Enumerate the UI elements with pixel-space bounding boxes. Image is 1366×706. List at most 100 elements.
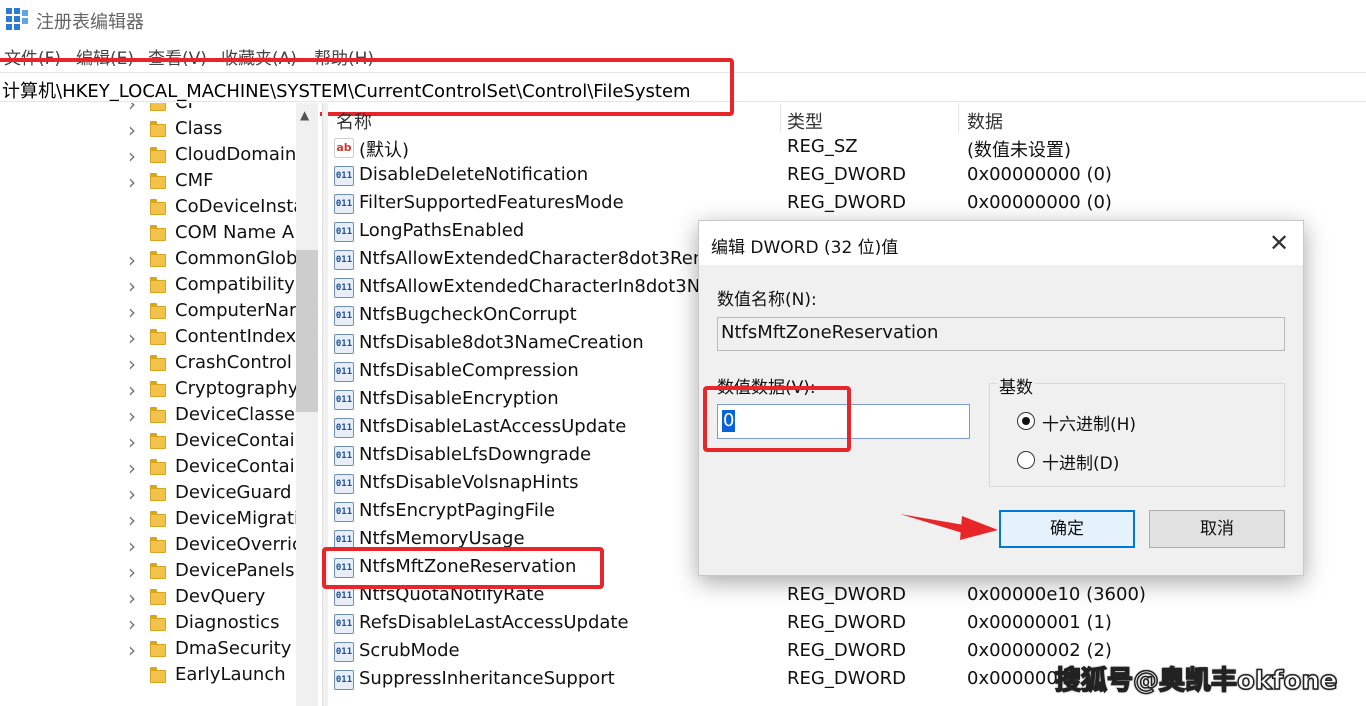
tree-item[interactable]: › DeviceOverric (0, 533, 302, 559)
tree-scrollbar-thumb[interactable] (296, 250, 318, 412)
chevron-right-icon[interactable]: › (128, 432, 142, 452)
value-type: REG_DWORD (787, 640, 907, 661)
column-separator[interactable] (958, 103, 959, 133)
column-separator[interactable] (780, 103, 781, 133)
chevron-right-icon[interactable]: › (128, 406, 142, 426)
tree-item[interactable]: › DeviceMigrati (0, 507, 300, 533)
menu-bar: 文件(F) 编辑(E) 查看(V) 收藏夹(A) 帮助(H) (0, 44, 1366, 70)
address-path[interactable]: 计算机\HKEY_LOCAL_MACHINE\SYSTEM\CurrentCon… (2, 77, 691, 103)
tree-item[interactable]: › CMF (0, 169, 300, 195)
value-type: REG_DWORD (787, 584, 907, 605)
key-tree[interactable]: › CI › Class › CloudDomain › CMF CoDeviceInsta CO… (0, 103, 320, 706)
tree-item[interactable]: › CI (0, 103, 300, 117)
radio-hexadecimal-label[interactable]: 十六进制(H) (1042, 410, 1136, 435)
chevron-right-icon[interactable]: › (128, 510, 142, 530)
chevron-right-icon[interactable]: › (128, 640, 142, 660)
binary-value-icon: 011 (334, 306, 354, 326)
value-data-text[interactable]: 0 (722, 410, 736, 432)
folder-icon (150, 147, 166, 163)
chevron-right-icon[interactable]: › (128, 484, 142, 504)
tree-item-label: DeviceGuard (175, 482, 292, 503)
chevron-right-icon[interactable]: › (128, 146, 142, 166)
chevron-right-icon[interactable]: › (128, 276, 142, 296)
value-row[interactable]: 011 NtfsQuotaNotifyRate REG_DWORD 0x00000e1… (328, 582, 1366, 610)
column-header-data[interactable]: 数据 (967, 108, 1003, 134)
menu-help[interactable]: 帮助(H) (314, 44, 374, 69)
folder-icon (150, 589, 166, 605)
tree-item[interactable]: CoDeviceInsta (0, 195, 304, 221)
tree-item[interactable]: › Diagnostics (0, 611, 300, 637)
chevron-right-icon[interactable]: › (128, 588, 142, 608)
chevron-right-icon[interactable]: › (128, 172, 142, 192)
value-name: DisableDeleteNotification (359, 164, 589, 185)
chevron-right-icon[interactable]: › (128, 328, 142, 348)
tree-item-label: DevQuery (175, 586, 266, 607)
chevron-right-icon[interactable]: › (128, 354, 142, 374)
close-icon[interactable]: ✕ (1265, 229, 1293, 257)
value-row[interactable]: 011 DisableDeleteNotification REG_DWORD 0x0… (328, 162, 1366, 190)
tree-item[interactable]: › CommonGlob (0, 247, 300, 273)
radio-decimal-label[interactable]: 十进制(D) (1042, 449, 1119, 474)
tree-item[interactable]: › DeviceContair (0, 455, 302, 481)
menu-view[interactable]: 查看(V) (148, 44, 207, 69)
dialog-title-bar: 编辑 DWORD (32 位)值 ✕ (699, 221, 1303, 265)
column-header-name[interactable]: 名称 (336, 108, 372, 134)
value-data: 0x00000002 (2) (967, 640, 1112, 661)
tree-item[interactable]: › DeviceContair (0, 429, 302, 455)
tree-item[interactable]: › DeviceClasses (0, 403, 304, 429)
chevron-right-icon[interactable]: › (128, 536, 142, 556)
value-row[interactable]: ab (默认) REG_SZ (数值未设置) (328, 134, 1366, 162)
value-data: 0x000000 (967, 668, 1058, 689)
tree-item-label: Cryptography (175, 378, 299, 399)
string-value-icon: ab (334, 138, 354, 158)
tree-item[interactable]: › ContentIndex (0, 325, 300, 351)
column-header-type[interactable]: 类型 (787, 108, 823, 134)
cancel-button[interactable]: 取消 (1149, 510, 1285, 548)
value-name: NtfsDisableEncryption (359, 388, 559, 409)
menu-edit[interactable]: 编辑(E) (76, 44, 134, 69)
tree-item[interactable]: › DmaSecurity (0, 637, 300, 663)
chevron-right-icon[interactable]: › (128, 103, 142, 114)
tree-item[interactable]: › Compatibility (0, 273, 300, 299)
chevron-right-icon[interactable]: › (128, 458, 142, 478)
chevron-right-icon[interactable]: › (128, 120, 142, 140)
tree-item[interactable]: › CloudDomain (0, 143, 300, 169)
tree-item-label: CommonGlob (175, 248, 298, 269)
binary-value-icon: 011 (334, 166, 354, 186)
menu-file[interactable]: 文件(F) (4, 44, 61, 69)
tree-item[interactable]: › DevQuery (0, 585, 300, 611)
value-name: ScrubMode (359, 640, 460, 661)
tree-item[interactable]: › ComputerNar (0, 299, 300, 325)
binary-value-icon: 011 (334, 390, 354, 410)
value-data: 0x00000e10 (3600) (967, 584, 1146, 605)
value-row[interactable]: 011 RefsDisableLastAccessUpdate REG_DWORD 0… (328, 610, 1366, 638)
chevron-right-icon[interactable]: › (128, 614, 142, 634)
radio-hexadecimal[interactable] (1017, 412, 1035, 430)
chevron-right-icon[interactable]: › (128, 302, 142, 322)
tree-item[interactable]: › DevicePanels (0, 559, 300, 585)
ok-button[interactable]: 确定 (999, 510, 1135, 548)
tree-item[interactable]: COM Name A (0, 221, 300, 247)
menu-favorites[interactable]: 收藏夹(A) (221, 44, 297, 69)
chevron-right-icon[interactable]: › (128, 250, 142, 270)
tree-item[interactable]: › CrashControl (0, 351, 300, 377)
chevron-right-icon[interactable]: › (128, 562, 142, 582)
value-row[interactable]: 011 FilterSupportedFeaturesMode REG_DWORD 0… (328, 190, 1366, 218)
tree-item[interactable]: › Cryptography (0, 377, 300, 403)
tree-item[interactable]: › DeviceGuard (0, 481, 300, 507)
tree-item-label: COM Name A (175, 222, 295, 243)
folder-icon (150, 121, 166, 137)
tree-item-label: DeviceClasses (175, 404, 305, 425)
folder-icon (150, 329, 166, 345)
radio-decimal[interactable] (1017, 451, 1035, 469)
value-data-input[interactable]: 0 (717, 404, 970, 439)
tree-item[interactable]: › Class (0, 117, 300, 143)
tree-item[interactable]: EarlyLaunch (0, 663, 300, 689)
value-name: SuppressInheritanceSupport (359, 668, 615, 689)
chevron-right-icon[interactable]: › (128, 380, 142, 400)
binary-value-icon: 011 (334, 530, 354, 550)
value-type: REG_DWORD (787, 164, 907, 185)
address-bar[interactable]: 计算机\HKEY_LOCAL_MACHINE\SYSTEM\CurrentCon… (0, 72, 1366, 102)
scroll-up-arrow-icon[interactable]: ▲ (300, 108, 309, 122)
binary-value-icon: 011 (334, 222, 354, 242)
